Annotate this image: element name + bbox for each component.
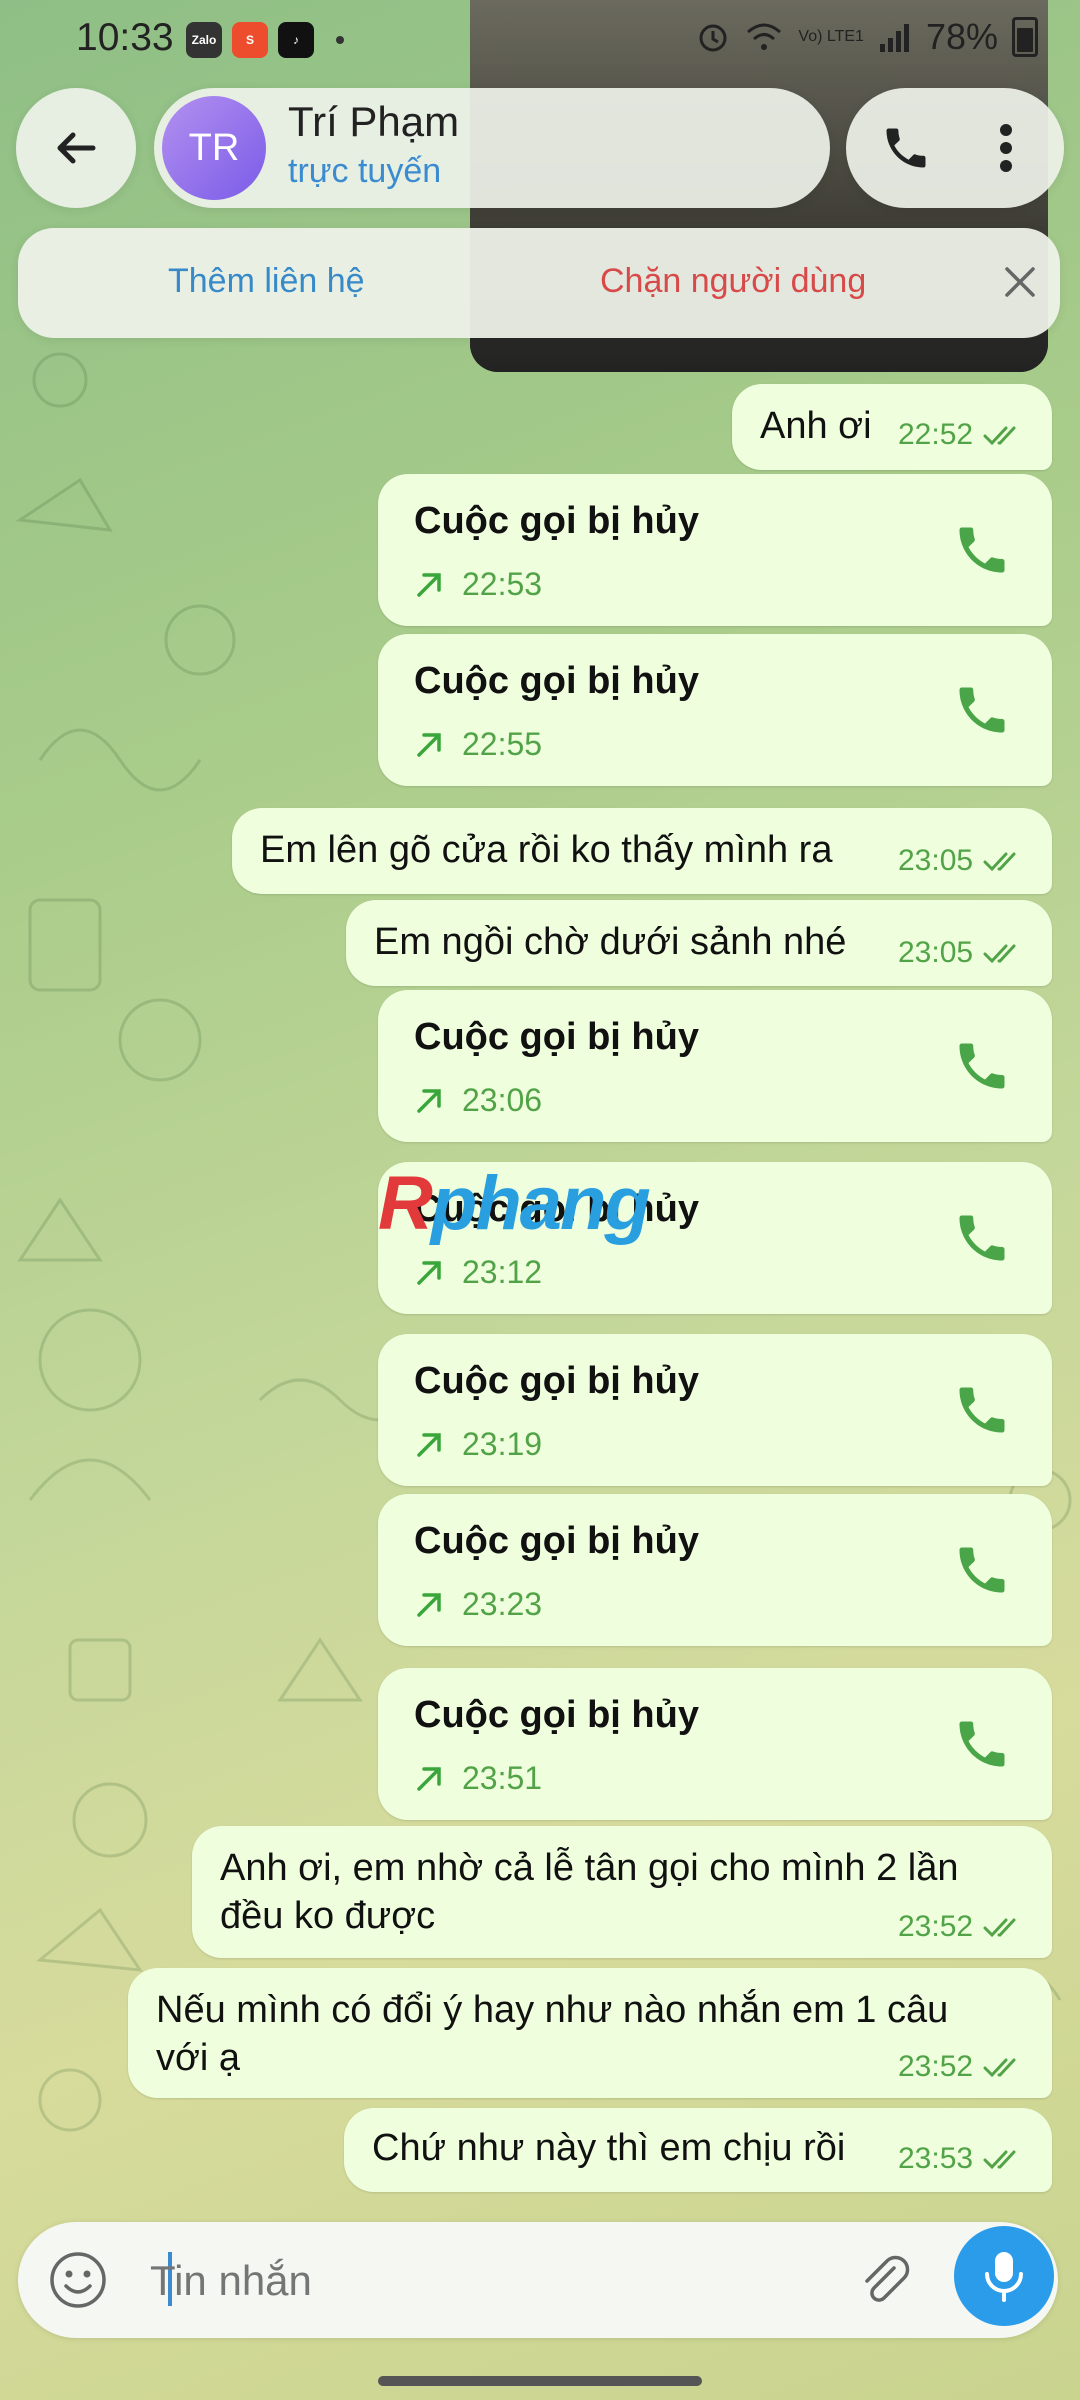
call-bubble[interactable]: Cuộc gọi bị hủy 22:55 <box>378 634 1052 786</box>
message-time-text: 23:53 <box>898 2142 974 2175</box>
message-text-line-1: Nếu mình có đổi ý hay như nào nhắn em 1 … <box>156 1989 949 2031</box>
microphone-button[interactable] <box>954 2226 1054 2326</box>
read-checks-icon <box>983 1918 1016 1938</box>
message-bubble[interactable]: Anh ơi 22:52 <box>732 384 1052 470</box>
message-text: Anh ơi <box>760 405 872 447</box>
message-composer <box>18 2222 1058 2338</box>
outgoing-arrow-icon <box>417 1088 441 1113</box>
message-bubble[interactable]: Em lên gõ cửa rồi ko thấy mình ra 23:05 <box>232 808 1052 894</box>
call-title: Cuộc gọi bị hủy <box>414 1360 699 1402</box>
paperclip-icon[interactable] <box>854 2250 914 2310</box>
call-title: Cuộc gọi bị hủy <box>414 1520 699 1562</box>
message-bubble[interactable]: Em ngồi chờ dưới sảnh nhé 23:05 <box>346 900 1052 986</box>
message-time: 23:53 <box>898 2142 1027 2176</box>
message-time: 23:05 <box>898 844 1027 878</box>
message-input[interactable] <box>148 2250 852 2312</box>
call-title: Cuộc gọi bị hủy <box>414 660 699 702</box>
call-bubble[interactable]: Cuộc gọi bị hủy 23:51 <box>378 1668 1052 1820</box>
call-time: 23:12 <box>462 1254 543 1290</box>
message-bubble[interactable]: Chứ như này thì em chịu rồi 23:53 <box>344 2108 1052 2192</box>
outgoing-arrow-icon <box>417 572 441 597</box>
message-time: 22:52 <box>898 418 1027 452</box>
watermark-part-1: R <box>378 1161 433 1246</box>
watermark-part-2: phang <box>430 1161 651 1246</box>
call-bubble[interactable]: Cuộc gọi bị hủy 23:23 <box>378 1494 1052 1646</box>
call-time: 23:19 <box>462 1426 543 1462</box>
call-meta: 23:23 <box>414 1586 542 1623</box>
call-time: 23:23 <box>462 1586 543 1622</box>
microphone-icon <box>985 2252 1023 2302</box>
read-checks-icon <box>983 852 1016 872</box>
home-indicator[interactable] <box>378 2376 702 2386</box>
read-checks-icon <box>983 944 1016 964</box>
message-bubble[interactable]: Nếu mình có đổi ý hay như nào nhắn em 1 … <box>128 1968 1052 2098</box>
message-text: Chứ như này thì em chịu rồi <box>372 2127 846 2169</box>
call-bubble[interactable]: Cuộc gọi bị hủy 23:06 <box>378 990 1052 1142</box>
message-time: 23:05 <box>898 936 1027 970</box>
phone-icon[interactable] <box>952 680 1012 740</box>
message-time-text: 23:05 <box>898 936 974 969</box>
message-text: Em lên gõ cửa rồi ko thấy mình ra <box>260 829 833 871</box>
call-bubble[interactable]: Cuộc gọi bị hủy 23:19 <box>378 1334 1052 1486</box>
message-text-line-2: đều ko được <box>220 1895 436 1937</box>
watermark-logo: Rphang <box>378 1160 651 1247</box>
phone-icon[interactable] <box>952 1540 1012 1600</box>
outgoing-arrow-icon <box>417 732 441 757</box>
message-text-line-2: với ạ <box>156 2037 241 2079</box>
message-time-text: 23:52 <box>898 1910 974 1943</box>
call-meta: 22:53 <box>414 566 542 603</box>
call-title: Cuộc gọi bị hủy <box>414 1694 699 1736</box>
message-time: 23:52 <box>898 1910 1027 1944</box>
message-text-line-1: Anh ơi, em nhờ cả lễ tân gọi cho mình 2 … <box>220 1847 959 1889</box>
call-meta: 22:55 <box>414 726 542 763</box>
message-text: Em ngồi chờ dưới sảnh nhé <box>374 921 847 963</box>
call-time: 22:53 <box>462 566 543 602</box>
read-checks-icon <box>983 2150 1016 2170</box>
call-meta: 23:19 <box>414 1426 542 1463</box>
message-time-text: 22:52 <box>898 418 974 451</box>
call-title: Cuộc gọi bị hủy <box>414 1016 699 1058</box>
message-time-text: 23:52 <box>898 2050 974 2083</box>
phone-icon[interactable] <box>952 1208 1012 1268</box>
call-time: 23:51 <box>462 1760 543 1796</box>
emoji-icon[interactable] <box>48 2250 108 2310</box>
call-time: 22:55 <box>462 726 543 762</box>
call-meta: 23:12 <box>414 1254 542 1291</box>
call-time: 23:06 <box>462 1082 543 1118</box>
message-time-text: 23:05 <box>898 844 974 877</box>
read-checks-icon <box>983 426 1016 446</box>
read-checks-icon <box>983 2058 1016 2078</box>
outgoing-arrow-icon <box>417 1260 441 1285</box>
call-bubble[interactable]: Cuộc gọi bị hủy 22:53 <box>378 474 1052 626</box>
call-meta: 23:51 <box>414 1760 542 1797</box>
outgoing-arrow-icon <box>417 1432 441 1457</box>
phone-icon[interactable] <box>952 1714 1012 1774</box>
outgoing-arrow-icon <box>417 1592 441 1617</box>
message-time: 23:52 <box>898 2050 1027 2084</box>
phone-icon[interactable] <box>952 1380 1012 1440</box>
call-meta: 23:06 <box>414 1082 542 1119</box>
outgoing-arrow-icon <box>417 1766 441 1791</box>
message-bubble[interactable]: Anh ơi, em nhờ cả lễ tân gọi cho mình 2 … <box>192 1826 1052 1958</box>
call-title: Cuộc gọi bị hủy <box>414 500 699 542</box>
phone-icon[interactable] <box>952 1036 1012 1096</box>
phone-icon[interactable] <box>952 520 1012 580</box>
